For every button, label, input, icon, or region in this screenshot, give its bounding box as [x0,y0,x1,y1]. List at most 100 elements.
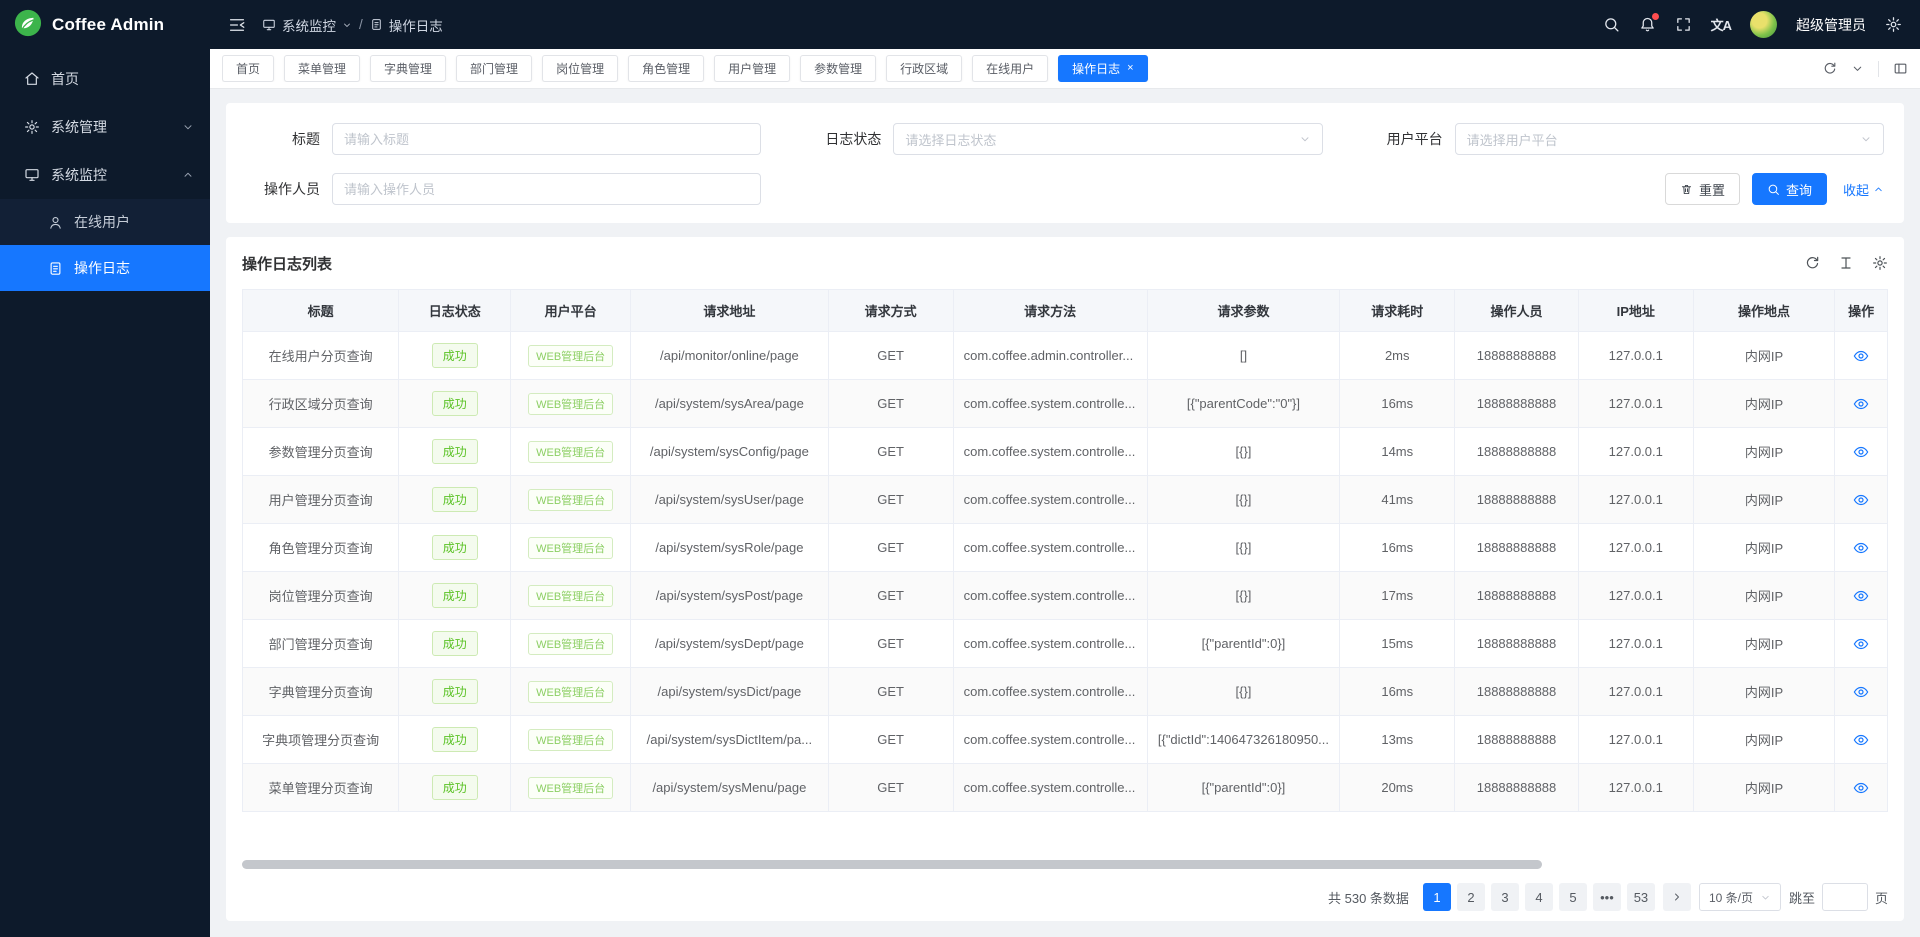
method-cell: GET [828,332,953,380]
collapse-toggle[interactable]: 收起 [1843,180,1884,199]
time-cell: 16ms [1340,524,1455,572]
platform-cell: WEB管理后台 [511,764,631,812]
query-button[interactable]: 查询 [1752,173,1827,205]
column-height-icon[interactable] [1838,255,1854,271]
view-detail-button[interactable] [1853,396,1869,412]
params-cell: [{"parentId":0}] [1147,620,1339,668]
breadcrumb-operation-logs[interactable]: 操作日志 [370,15,443,35]
status-badge: 成功 [432,775,478,800]
refresh-icon[interactable] [1804,255,1820,271]
sidebar-item-home[interactable]: 首页 [0,55,210,103]
tab-bar-actions [1822,61,1908,77]
scrollbar-thumb[interactable] [242,860,1542,869]
column-header: 请求参数 [1147,290,1339,332]
view-detail-button[interactable] [1853,636,1869,652]
title-cell: 参数管理分页查询 [243,428,399,476]
tab-item[interactable]: 行政区域 [886,55,962,82]
page-button[interactable]: 2 [1457,883,1485,911]
params-cell: [{}] [1147,668,1339,716]
user-avatar[interactable] [1750,11,1777,38]
view-detail-button[interactable] [1853,540,1869,556]
platform-badge: WEB管理后台 [528,537,613,559]
notification-bell-icon[interactable] [1639,16,1656,33]
title-input[interactable] [344,132,749,147]
view-detail-button[interactable] [1853,684,1869,700]
method-cell: GET [828,668,953,716]
page-button[interactable]: 5 [1559,883,1587,911]
tab-close-icon[interactable]: × [1127,63,1133,74]
view-detail-button[interactable] [1853,732,1869,748]
chevron-up-icon [182,169,194,181]
next-page-button[interactable] [1663,883,1691,911]
title-cell: 字典项管理分页查询 [243,716,399,764]
view-detail-button[interactable] [1853,588,1869,604]
fullscreen-icon[interactable] [1675,16,1692,33]
title-cell: 在线用户分页查询 [243,332,399,380]
sidebar-item-system-monitor[interactable]: 系统监控 [0,151,210,199]
status-select[interactable]: 请选择日志状态 [893,123,1322,155]
page-ellipsis[interactable]: ••• [1593,883,1621,911]
tab-item[interactable]: 操作日志× [1058,55,1147,82]
view-detail-button[interactable] [1853,444,1869,460]
sidebar-item-operation-logs[interactable]: 操作日志 [0,245,210,291]
search-icon[interactable] [1603,16,1620,33]
sidebar-item-system-management[interactable]: 系统管理 [0,103,210,151]
eye-icon [1853,732,1869,748]
filter-status-field: 日志状态 请选择日志状态 [807,123,1322,155]
table-settings-gear-icon[interactable] [1872,255,1888,271]
status-badge: 成功 [432,535,478,560]
column-header: 标题 [243,290,399,332]
platform-select[interactable]: 请选择用户平台 [1455,123,1884,155]
actions-cell [1835,380,1888,428]
jump-unit-label: 页 [1875,888,1888,907]
title-cell: 岗位管理分页查询 [243,572,399,620]
app-logo[interactable]: Coffee Admin [0,0,210,49]
location-cell: 内网IP [1693,380,1834,428]
page-button[interactable]: 1 [1423,883,1451,911]
tab-item[interactable]: 参数管理 [800,55,876,82]
tab-item[interactable]: 在线用户 [972,55,1048,82]
page-size-select[interactable]: 10 条/页 [1699,883,1781,911]
refresh-icon[interactable] [1822,61,1837,76]
operator-input[interactable] [344,182,749,197]
page-button[interactable]: 53 [1627,883,1655,911]
tab-item[interactable]: 角色管理 [628,55,704,82]
ip-cell: 127.0.0.1 [1578,428,1693,476]
reset-button[interactable]: 重置 [1665,173,1740,205]
settings-gear-icon[interactable] [1885,16,1902,33]
status-cell: 成功 [399,668,511,716]
tab-item[interactable]: 菜单管理 [284,55,360,82]
title-cell: 用户管理分页查询 [243,476,399,524]
list-header: 操作日志列表 [242,237,1888,289]
tab-item[interactable]: 岗位管理 [542,55,618,82]
sidebar-item-online-users[interactable]: 在线用户 [0,199,210,245]
tab-item[interactable]: 用户管理 [714,55,790,82]
search-icon [1767,183,1780,196]
username[interactable]: 超级管理员 [1796,15,1866,35]
method-cell: GET [828,524,953,572]
time-cell: 13ms [1340,716,1455,764]
view-detail-button[interactable] [1853,492,1869,508]
params-cell: [{}] [1147,428,1339,476]
jump-page-input[interactable] [1822,883,1868,911]
tab-item[interactable]: 字典管理 [370,55,446,82]
handler-cell: com.coffee.system.controlle... [953,476,1147,524]
tab-item[interactable]: 首页 [222,55,274,82]
column-header: IP地址 [1578,290,1693,332]
menu-fold-icon[interactable] [228,16,246,34]
tab-label: 部门管理 [470,60,518,77]
page-button[interactable]: 3 [1491,883,1519,911]
view-detail-button[interactable] [1853,780,1869,796]
view-detail-button[interactable] [1853,348,1869,364]
operator-cell: 18888888888 [1455,524,1578,572]
sidebar-item-label: 系统监控 [51,165,107,185]
translate-icon[interactable]: 文A [1711,15,1731,34]
breadcrumb-system-monitor[interactable]: 系统监控 [262,15,352,35]
page-button[interactable]: 4 [1525,883,1553,911]
tab-label: 首页 [236,60,260,77]
chevron-down-icon[interactable] [1851,62,1864,75]
status-badge: 成功 [432,487,478,512]
tab-item[interactable]: 部门管理 [456,55,532,82]
filter-platform-field: 用户平台 请选择用户平台 [1369,123,1884,155]
layout-icon[interactable] [1893,61,1908,76]
